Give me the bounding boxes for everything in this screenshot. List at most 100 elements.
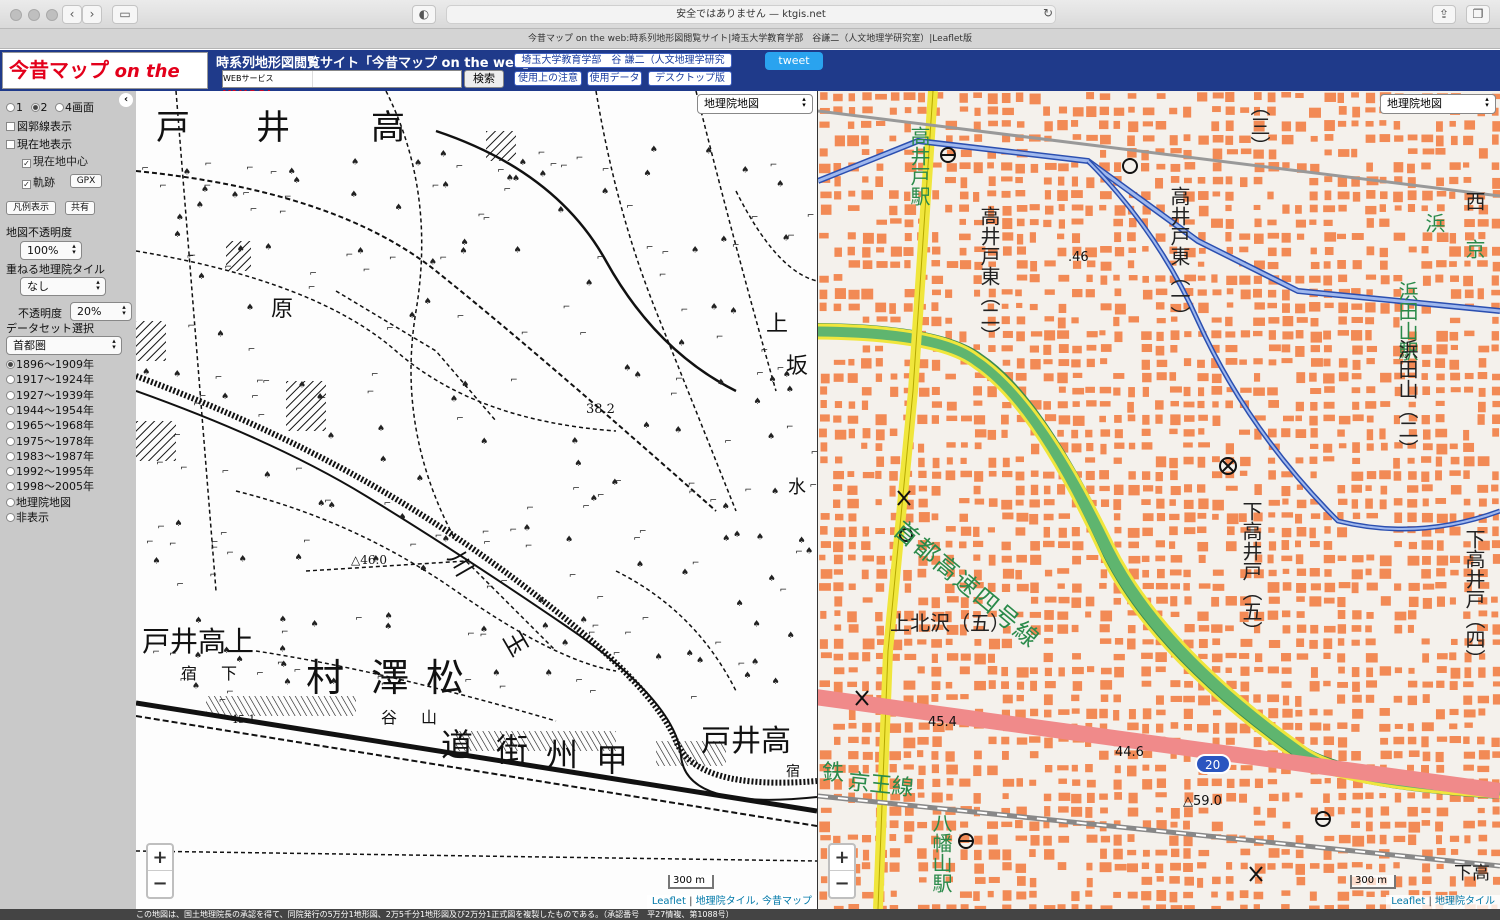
building-block [959, 247, 967, 256]
reload-icon[interactable]: ↻ [1038, 5, 1058, 24]
close-window-icon[interactable] [10, 9, 22, 21]
notice-link[interactable]: 使用上の注意 [514, 71, 582, 86]
collapse-sidebar-icon[interactable]: ‹ [119, 93, 133, 107]
period-radio[interactable] [6, 497, 15, 507]
period-option[interactable]: 1917〜1924年 [6, 371, 94, 387]
period-option[interactable]: 1896〜1909年 [6, 356, 94, 372]
period-radio[interactable] [6, 513, 15, 522]
search-input[interactable]: WEBサービス YAHOO! [222, 70, 462, 101]
zoom-window-icon[interactable] [46, 9, 58, 21]
period-option[interactable]: 1944〜1954年 [6, 402, 94, 418]
center-checkbox[interactable]: ✓ [22, 159, 31, 168]
tweet-button[interactable]: tweet [765, 52, 823, 70]
building-block [1337, 737, 1348, 748]
period-radio[interactable] [6, 375, 15, 385]
tabs-icon[interactable]: ❐ [1466, 5, 1490, 24]
period-option[interactable]: 1927〜1939年 [6, 387, 94, 403]
dataset-select[interactable]: 首都圏 [6, 336, 122, 355]
building-block [1309, 527, 1316, 539]
building-block [1268, 708, 1279, 719]
gpx-button[interactable]: GPX [70, 174, 102, 188]
screen-4-radio[interactable] [55, 103, 64, 112]
share-button[interactable]: 共有 [65, 201, 95, 215]
address-bar[interactable]: 安全ではありません — ktgis.net [446, 5, 1056, 24]
tree-symbol: ♠ [634, 371, 642, 381]
logo[interactable]: 今昔マップ on the web [2, 52, 208, 117]
center-toggle[interactable]: ✓ 現在地中心 [22, 153, 88, 169]
tree-symbol: ♠ [461, 380, 469, 390]
grid-checkbox[interactable] [6, 122, 15, 131]
sidebar-toggle-icon[interactable]: ▭ [112, 5, 138, 24]
leaflet-link[interactable]: Leaflet [652, 896, 686, 907]
right-tile-credit-link[interactable]: 地理院タイル [1435, 896, 1495, 907]
track-toggle[interactable]: ✓ 軌跡 [22, 174, 55, 190]
legend-button[interactable]: 凡例表示 [6, 201, 56, 215]
building-block [1197, 373, 1209, 382]
minimize-window-icon[interactable] [28, 9, 40, 21]
track-checkbox[interactable]: ✓ [22, 180, 31, 189]
building-block [1436, 190, 1447, 197]
tab-title[interactable]: 今昔マップ on the web:時系列地形図閲覧サイト|埼玉大学教育学部 谷謙… [0, 29, 1500, 49]
location-checkbox[interactable] [6, 140, 15, 149]
search-button[interactable]: 検索 [464, 70, 504, 88]
building-block [931, 302, 939, 312]
period-radio[interactable] [6, 451, 15, 461]
right-zoom-out-button[interactable]: − [830, 871, 854, 897]
share-icon[interactable]: ⇪ [1432, 5, 1456, 24]
old-map-pane[interactable]: ⌐ ♠ ♠ ⌐ ⌐ ⌐ ♠ ⌐ ♠ ⌐ ♠ ♠ ♠ ⌐ ♠ ⌐ ⌐ ⌐ ⌐ ♠ ⌐ ♠ ♠ ♠ ⌐ ♠ ⌐ ♠ ⌐ ⌐ ⌐ ♠ ♠ ⌐ ⌐ ♠ ♠ ♠ ⌐ ⌐… [136, 91, 817, 909]
building-block [847, 135, 860, 147]
screen-2-radio[interactable] [30, 103, 40, 112]
period-option[interactable]: 1975〜1978年 [6, 433, 94, 449]
left-layer-select[interactable]: 地理院地図 [697, 94, 813, 114]
period-radio[interactable] [6, 467, 15, 477]
screen-1-radio[interactable] [6, 103, 15, 112]
period-option[interactable]: 1998〜2005年 [6, 478, 94, 494]
building-block [904, 638, 913, 646]
right-layer-select[interactable]: 地理院地図 [1380, 94, 1496, 114]
privacy-icon[interactable]: ◐ [412, 5, 436, 24]
period-option[interactable]: 1965〜1968年 [6, 417, 94, 433]
back-button[interactable]: ‹ [62, 5, 82, 24]
tree-symbol: ♠ [691, 245, 699, 255]
building-block [1057, 176, 1065, 186]
tree-symbol: ⌐ [246, 163, 254, 173]
building-block [1310, 387, 1322, 395]
building-block [959, 162, 971, 170]
grid-toggle[interactable]: 図郭線表示 [6, 118, 72, 134]
desktop-link[interactable]: デスクトップ版 [648, 71, 732, 86]
building-block [988, 653, 995, 663]
building-block [1184, 779, 1191, 790]
tile-credit-link[interactable]: 地理院タイル, 今昔マップ [696, 896, 812, 907]
overlay-opacity-select[interactable]: 20% [70, 302, 132, 321]
modern-map-canvas[interactable]: 20 45.4 44.6 △59.0 .46 [818, 91, 1500, 909]
left-zoom-out-button[interactable]: − [148, 871, 172, 897]
building-block [1099, 793, 1108, 800]
right-zoom-in-button[interactable]: + [830, 845, 854, 871]
period-option[interactable]: 1992〜1995年 [6, 463, 94, 479]
modern-map-pane[interactable]: 20 45.4 44.6 △59.0 .46 高井戸駅 高井戸東（二） 高井戸東… [818, 91, 1500, 909]
period-radio[interactable] [6, 421, 15, 431]
overlay-select[interactable]: なし [20, 277, 106, 296]
building-block [1421, 512, 1433, 523]
period-radio[interactable] [6, 390, 15, 400]
building-block [1030, 708, 1039, 717]
forward-button[interactable]: › [82, 5, 102, 24]
data-link[interactable]: 使用データ [587, 71, 642, 86]
building-block [1169, 428, 1178, 435]
period-option[interactable]: 地理院地図 [6, 494, 71, 510]
right-leaflet-link[interactable]: Leaflet [1391, 896, 1425, 907]
old-topo-map-canvas[interactable]: ⌐♠♠⌐⌐⌐♠⌐♠⌐♠♠♠⌐♠ ⌐⌐⌐⌐♠⌐♠♠♠⌐♠⌐♠⌐⌐⌐♠♠⌐⌐♠♠♠⌐⌐… [136, 91, 817, 909]
period-option[interactable]: 非表示 [6, 509, 49, 525]
period-option[interactable]: 1983〜1987年 [6, 448, 94, 464]
label-nishi: 西 [1462, 191, 1486, 211]
period-radio[interactable] [6, 436, 15, 446]
period-radio[interactable] [6, 360, 15, 369]
period-radio[interactable] [6, 405, 15, 415]
building-block [820, 204, 832, 215]
period-radio[interactable] [6, 482, 15, 492]
author-link[interactable]: 埼玉大学教育学部 谷 謙二（人文地理学研究 [514, 53, 732, 68]
location-toggle[interactable]: 現在地表示 [6, 136, 72, 152]
building-block [1366, 863, 1373, 870]
left-zoom-in-button[interactable]: + [148, 845, 172, 871]
opacity-select[interactable]: 100% [20, 241, 82, 260]
